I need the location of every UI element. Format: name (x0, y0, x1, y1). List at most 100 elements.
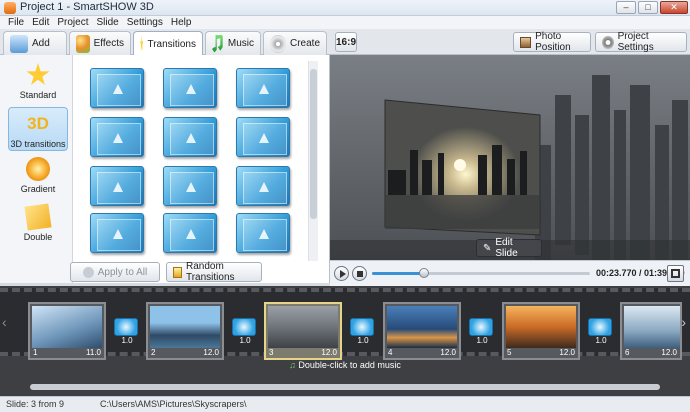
transition-thumbnail[interactable] (90, 213, 144, 253)
category-standard-label: Standard (19, 90, 57, 100)
gear-icon (602, 35, 614, 49)
category-standard[interactable]: Standard (8, 59, 68, 103)
star-icon (26, 63, 50, 85)
playback-controls: 00:23.770 / 01:39.000 (330, 260, 690, 286)
transition-thumbnail[interactable] (163, 166, 217, 206)
transition-thumbnail[interactable] (163, 117, 217, 157)
slide-item[interactable]: 1 11.0 (28, 302, 106, 360)
close-button[interactable]: ✕ (660, 1, 688, 14)
seek-handle[interactable] (419, 268, 430, 278)
tab-music[interactable]: Music (205, 31, 261, 55)
music-note-icon (212, 34, 223, 53)
transition-grid (85, 63, 305, 263)
slide-item-selected[interactable]: 3 12.0 (264, 302, 342, 360)
tab-create[interactable]: Create (263, 31, 327, 55)
transition-item[interactable]: 1.0 (232, 318, 258, 345)
maximize-button[interactable]: □ (638, 1, 658, 14)
menu-slide[interactable]: Slide (92, 16, 122, 29)
transition-thumbnail[interactable] (90, 166, 144, 206)
transition-item[interactable]: 1.0 (588, 318, 614, 345)
pencil-icon: ✎ (483, 242, 492, 254)
double-icon (24, 203, 52, 231)
slide-number: 1 (33, 348, 38, 357)
slide-number: 5 (507, 348, 512, 357)
slide-thumbnail (268, 306, 338, 348)
category-gradient[interactable]: Gradient (8, 153, 68, 197)
slide-item[interactable]: 5 12.0 (502, 302, 580, 360)
tab-create-label: Create (289, 38, 320, 49)
transitions-scrollbar[interactable] (308, 61, 318, 261)
timeline-scrollbar[interactable] (30, 384, 660, 390)
category-double[interactable]: Double (8, 201, 68, 245)
category-3d[interactable]: 3D 3D transitions (8, 107, 68, 151)
menu-bar: File Edit Project Slide Settings Help (0, 16, 690, 29)
transition-duration: 1.0 (239, 336, 251, 345)
music-track[interactable]: ♫ Double-click to add music (0, 360, 690, 376)
scrollbar-thumb[interactable] (310, 69, 317, 219)
menu-help[interactable]: Help (167, 16, 196, 29)
music-icon: ♫ (289, 360, 296, 370)
slide-duration: 12.0 (559, 348, 575, 357)
slide-footer: 2 12.0 (148, 348, 222, 358)
edit-slide-button[interactable]: ✎ Edit Slide (476, 237, 542, 259)
transition-item[interactable]: 1.0 (350, 318, 376, 345)
transition-thumbnail[interactable] (236, 117, 290, 157)
menu-settings[interactable]: Settings (123, 16, 167, 29)
transition-duration: 1.0 (476, 336, 488, 345)
tab-effects[interactable]: Effects (69, 31, 131, 55)
preview-toolbar: 16:9 Photo Position Project Settings (330, 29, 690, 55)
seek-bar[interactable] (372, 268, 590, 278)
apply-to-all-button[interactable]: Apply to All (70, 262, 160, 282)
apply-to-all-label: Apply to All (97, 266, 148, 278)
stop-button[interactable] (352, 266, 367, 281)
preview-image (330, 55, 690, 260)
project-settings-button[interactable]: Project Settings (595, 31, 687, 53)
scroll-left-icon[interactable]: ‹ (2, 314, 7, 330)
transition-thumbnail[interactable] (163, 213, 217, 253)
menu-file[interactable]: File (4, 16, 28, 29)
slide-item[interactable]: 2 12.0 (146, 302, 224, 360)
gradient-icon (26, 157, 50, 181)
tab-add[interactable]: Add (3, 31, 67, 55)
random-transitions-button[interactable]: Random Transitions (166, 261, 262, 283)
slide-item[interactable]: 6 12.0 (620, 302, 682, 360)
window-title: Project 1 - SmartSHOW 3D (20, 1, 154, 13)
menu-project[interactable]: Project (53, 16, 92, 29)
slide-item[interactable]: 4 12.0 (383, 302, 461, 360)
transition-thumbnail[interactable] (236, 68, 290, 108)
transition-thumbnail[interactable] (90, 117, 144, 157)
slide-preview: ✎ Edit Slide (330, 55, 690, 260)
edit-slide-label: Edit Slide (495, 237, 518, 259)
transition-item[interactable]: 1.0 (469, 318, 495, 345)
slide-number: 6 (625, 348, 630, 357)
scroll-right-icon[interactable]: › (681, 314, 686, 330)
menu-edit[interactable]: Edit (28, 16, 53, 29)
palette-icon (76, 34, 90, 53)
transition-duration: 1.0 (595, 336, 607, 345)
music-hint: Double-click to add music (298, 360, 401, 370)
star-icon (140, 35, 144, 52)
transition-thumbnail[interactable] (163, 68, 217, 108)
transition-thumbnail[interactable] (90, 68, 144, 108)
random-transitions-label: Random Transitions (185, 261, 235, 283)
minimize-button[interactable]: – (616, 1, 636, 14)
seek-progress (372, 272, 425, 275)
transition-thumbnail[interactable] (236, 213, 290, 253)
category-gradient-label: Gradient (20, 184, 56, 194)
fullscreen-button[interactable] (667, 265, 684, 282)
play-button[interactable] (334, 266, 349, 281)
tab-transitions[interactable]: Transitions (133, 31, 203, 56)
slide-duration: 12.0 (321, 348, 337, 357)
transition-thumbnail[interactable] (236, 166, 290, 206)
slide-filmstrip: ‹ › 1 11.0 1.0 2 12.0 1.0 3 12.0 1.0 4 12.0 … (0, 288, 690, 360)
transition-item[interactable]: 1.0 (114, 318, 140, 345)
current-path: C:\Users\AMS\Pictures\Skyscrapers\ (100, 399, 247, 409)
aspect-ratio-button[interactable]: 16:9 (335, 32, 357, 52)
transition-categories: Standard 3D 3D transitions Gradient Doub… (0, 55, 73, 283)
dice-icon (173, 266, 182, 278)
stop-icon (357, 271, 363, 277)
slide-count: Slide: 3 from 9 (6, 399, 65, 409)
photo-icon (520, 36, 532, 48)
timeline-scrollbar-thumb[interactable] (30, 384, 660, 390)
photo-position-button[interactable]: Photo Position (513, 31, 591, 53)
